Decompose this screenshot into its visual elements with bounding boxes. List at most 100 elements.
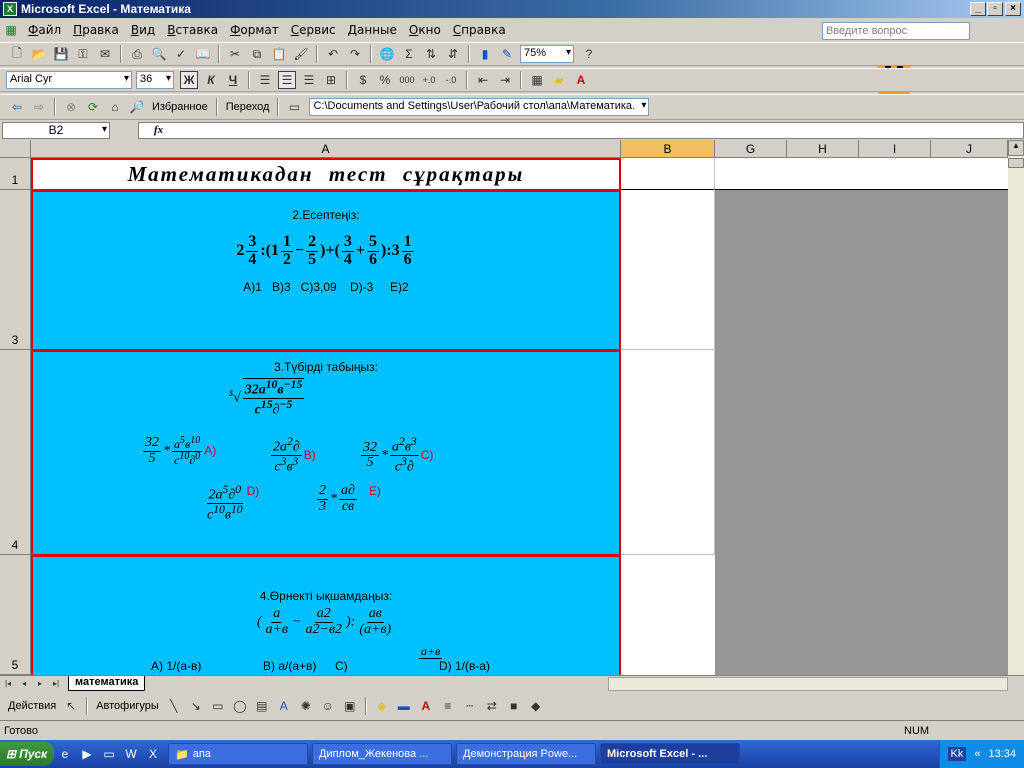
menu-item[interactable]: Данные <box>342 23 403 37</box>
desktop-icon[interactable]: ▭ <box>100 745 118 763</box>
row-header-5[interactable]: 5 <box>0 555 31 675</box>
menu-item[interactable]: Файл <box>22 23 67 37</box>
cell-b1[interactable] <box>621 158 715 190</box>
decrease-decimal-icon[interactable]: -.0 <box>442 71 460 89</box>
copy-icon[interactable]: ⧉ <box>248 45 266 63</box>
align-left-icon[interactable]: ☰ <box>256 71 274 89</box>
horizontal-scrollbar[interactable] <box>608 677 1008 691</box>
percent-icon[interactable]: % <box>376 71 394 89</box>
scroll-up-icon[interactable]: ▲ <box>1008 140 1024 156</box>
sort-ascending-icon[interactable]: ⇅ <box>422 45 440 63</box>
maximize-button[interactable]: ▫ <box>987 2 1003 16</box>
paste-icon[interactable]: 📋 <box>270 45 288 63</box>
select-all-corner[interactable] <box>0 140 31 158</box>
help-icon[interactable]: ? <box>580 45 598 63</box>
font-size-select[interactable]: 36 <box>136 71 174 89</box>
cell-a4[interactable]: 3.Түбірді табыңыз: 5√ 32a10в−15 c15∂−5 32 5… <box>31 350 621 556</box>
column-header-g[interactable]: G <box>715 140 787 158</box>
column-header-i[interactable]: I <box>859 140 931 158</box>
task-powerpoint[interactable]: Демонстрация Powe... <box>456 743 596 765</box>
select-objects-icon[interactable]: ↖ <box>62 697 80 715</box>
permission-icon[interactable]: ⚿ <box>74 45 92 63</box>
decrease-indent-icon[interactable]: ⇤ <box>474 71 492 89</box>
excel-quick-icon[interactable]: X <box>144 745 162 763</box>
task-word-diploma[interactable]: Диплом_Жекенова ... <box>312 743 452 765</box>
cell-b4[interactable] <box>621 350 715 555</box>
cut-icon[interactable]: ✂ <box>226 45 244 63</box>
new-file-icon[interactable]: 🗋 <box>8 45 26 63</box>
line-color-icon[interactable]: ▬ <box>395 697 413 715</box>
menu-item[interactable]: Вставка <box>161 23 224 37</box>
task-excel[interactable]: Microsoft Excel - ... <box>600 743 740 765</box>
cell-a3[interactable]: 2.Есептеңіз: 2 3 4:(1 1 2−2 5)+(3 4 +5 6):3 1 6 A)… <box>31 190 621 351</box>
last-sheet-icon[interactable]: ▸| <box>50 675 62 693</box>
oval-icon[interactable]: ◯ <box>231 697 249 715</box>
align-right-icon[interactable]: ☰ <box>300 71 318 89</box>
merge-cells-icon[interactable]: ⊞ <box>322 71 340 89</box>
worksheet-grid[interactable]: A B G H I J 1 3 4 5 Математикадан тест с… <box>0 140 1008 675</box>
show-only-web-toolbar-icon[interactable]: ▭ <box>285 98 303 116</box>
textbox-icon[interactable]: ▤ <box>253 697 271 715</box>
workbook-icon[interactable]: ▦ <box>2 21 20 39</box>
thousands-icon[interactable]: 000 <box>398 71 416 89</box>
cell-a5[interactable]: 4.Өрнекті ықшамдаңыз: (a a+в − a2 a2−в2): aв(… <box>31 555 621 675</box>
tray-expand-icon[interactable]: « <box>974 748 980 760</box>
stop-icon[interactable]: ⊗ <box>62 98 80 116</box>
print-preview-icon[interactable]: 🔍 <box>150 45 168 63</box>
column-header-a[interactable]: A <box>31 140 621 158</box>
menu-item[interactable]: Окно <box>403 23 447 37</box>
fill-color-icon[interactable]: ▰ <box>550 71 568 89</box>
redo-icon[interactable]: ↷ <box>346 45 364 63</box>
row-header-1[interactable]: 1 <box>0 158 31 190</box>
menu-item[interactable]: Формат <box>224 23 285 37</box>
scroll-thumb[interactable] <box>1008 158 1024 168</box>
open-folder-icon[interactable]: 📂 <box>30 45 48 63</box>
align-center-icon[interactable]: ☰ <box>278 71 296 89</box>
clipart-icon[interactable]: ☺ <box>319 697 337 715</box>
email-icon[interactable]: ✉ <box>96 45 114 63</box>
save-icon[interactable]: 💾 <box>52 45 70 63</box>
minimize-button[interactable]: _ <box>970 2 986 16</box>
font-name-select[interactable]: Arial Cyr <box>6 71 132 89</box>
undo-icon[interactable]: ↶ <box>324 45 342 63</box>
actions-menu[interactable]: Действия <box>4 700 60 712</box>
bold-button[interactable]: Ж <box>180 71 198 89</box>
zoom-select[interactable]: 75% <box>520 45 574 63</box>
currency-icon[interactable]: $ <box>354 71 372 89</box>
3d-icon[interactable]: ◆ <box>527 697 545 715</box>
print-icon[interactable]: ⎙ <box>128 45 146 63</box>
font-color-icon[interactable]: A <box>572 71 590 89</box>
picture-icon[interactable]: ▣ <box>341 697 359 715</box>
word-icon[interactable]: W <box>122 745 140 763</box>
menu-item[interactable]: Вид <box>125 23 161 37</box>
language-indicator[interactable]: Kk <box>947 747 967 761</box>
underline-button[interactable]: Ч <box>224 71 242 89</box>
research-icon[interactable]: 📖 <box>194 45 212 63</box>
increase-decimal-icon[interactable]: +.0 <box>420 71 438 89</box>
format-painter-icon[interactable]: 🖌 <box>292 45 310 63</box>
back-arrow-icon[interactable]: ⇦ <box>8 98 26 116</box>
fill-color-icon[interactable]: ◈ <box>373 697 391 715</box>
hyperlink-icon[interactable]: 🌐 <box>378 45 396 63</box>
fx-icon[interactable]: fx <box>154 124 163 136</box>
italic-button[interactable]: К <box>202 71 220 89</box>
task-apa-folder[interactable]: 📁 апа <box>168 743 308 765</box>
address-field[interactable]: C:\Documents and Settings\User\Рабочий с… <box>309 98 650 116</box>
font-color-icon[interactable]: A <box>417 697 435 715</box>
start-button[interactable]: ⊞ Пуск <box>0 742 54 766</box>
sort-descending-icon[interactable]: ⇵ <box>444 45 462 63</box>
ie-icon[interactable]: e <box>56 745 74 763</box>
increase-indent-icon[interactable]: ⇥ <box>496 71 514 89</box>
line-icon[interactable]: ╲ <box>165 697 183 715</box>
vertical-scrollbar[interactable]: ▲ <box>1008 140 1024 675</box>
diagram-icon[interactable]: ✺ <box>297 697 315 715</box>
wordart-icon[interactable]: A <box>275 697 293 715</box>
sheet-tab-mathematics[interactable]: математика <box>68 676 146 691</box>
rectangle-icon[interactable]: ▭ <box>209 697 227 715</box>
next-sheet-icon[interactable]: ▸ <box>34 675 46 693</box>
prev-sheet-icon[interactable]: ◂ <box>18 675 30 693</box>
autoshapes-menu[interactable]: Автофигуры <box>92 700 163 712</box>
goto-menu[interactable]: Переход <box>222 101 274 113</box>
column-header-h[interactable]: H <box>787 140 859 158</box>
chart-wizard-icon[interactable]: ▮ <box>476 45 494 63</box>
